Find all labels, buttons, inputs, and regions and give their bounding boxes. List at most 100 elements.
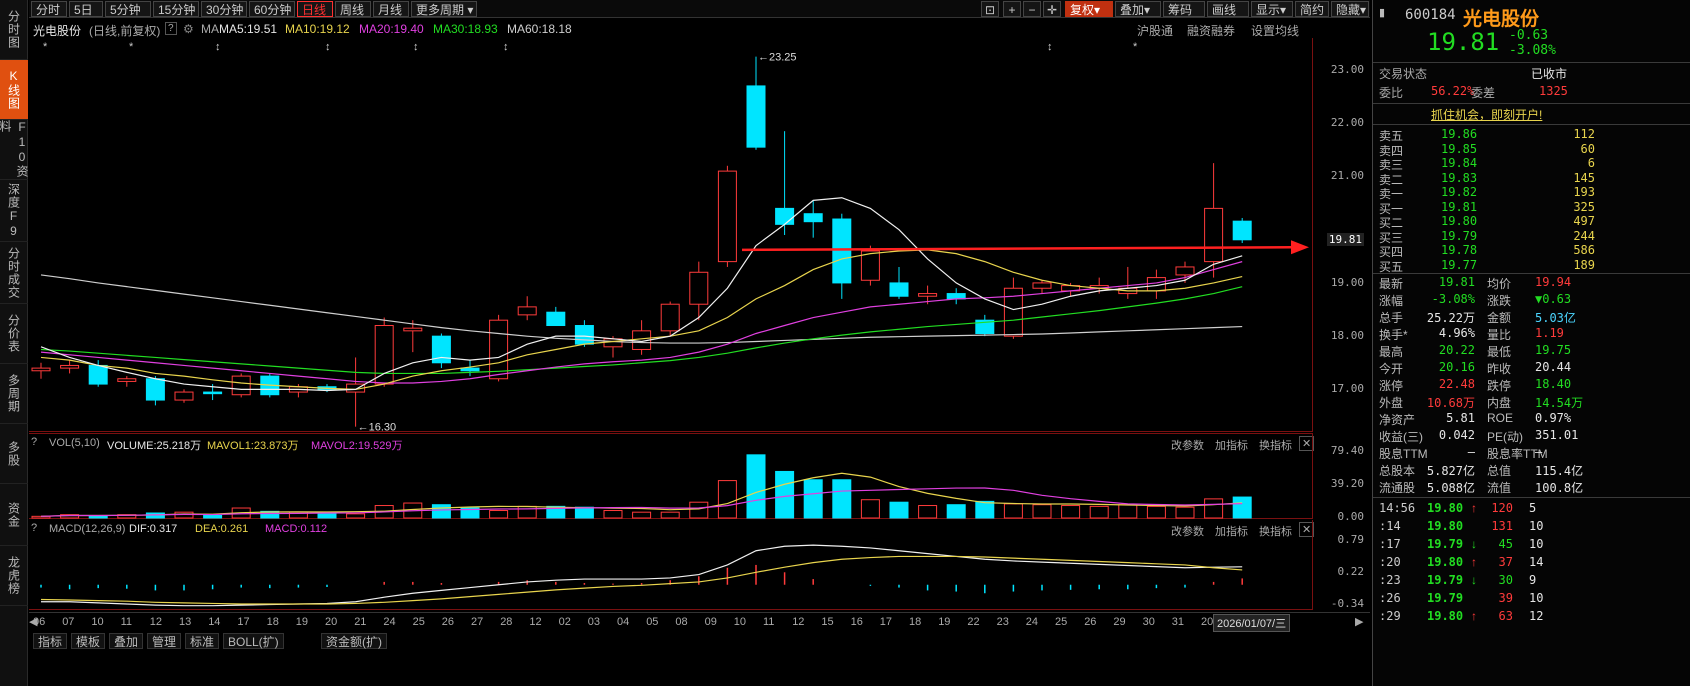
period-tab-7[interactable]: 周线 — [335, 1, 371, 17]
lock-icon[interactable]: ⊡ — [981, 1, 999, 17]
macd-chart[interactable] — [29, 520, 1312, 610]
date-tick: 29 — [1113, 616, 1126, 628]
tick-volume: 120 — [1491, 501, 1513, 515]
menu-icon[interactable]: ▮ — [1379, 6, 1385, 19]
nav-item-0[interactable]: 分时图 — [0, 0, 28, 60]
indicator-tab-4[interactable]: 标准 — [185, 633, 220, 649]
period-tab-3[interactable]: 15分钟 — [153, 1, 199, 17]
nav-item-6[interactable]: 多周期 — [0, 364, 28, 424]
indicator-tab-6[interactable]: 资金额(扩) — [321, 633, 387, 649]
volume-chart[interactable] — [29, 434, 1312, 520]
toolbar-btn-3[interactable]: 画线 — [1207, 1, 1249, 17]
stock-title: 光电股份 — [1463, 9, 1540, 30]
level-volume: 60 — [1580, 141, 1595, 156]
up-arrow-icon: ↑ — [1471, 609, 1477, 623]
buy-level[interactable]: 买二 19.80 497 — [1379, 214, 1690, 230]
candle-body — [889, 282, 909, 297]
period-tab-2[interactable]: 5分钟 — [105, 1, 151, 17]
sell-level[interactable]: 卖二 19.83 145 — [1379, 171, 1690, 187]
scroll-right-icon[interactable]: ▶ — [1355, 615, 1363, 628]
date-tick: 12 — [792, 616, 805, 628]
sell-level[interactable]: 卖四 19.85 60 — [1379, 141, 1690, 158]
buy-level[interactable]: 买一 19.81 325 — [1379, 199, 1690, 216]
volume-panel[interactable]: ? VOL(5,10) VOLUME:25.218万 MAVOL1:23.873… — [29, 433, 1315, 520]
nav-item-5[interactable]: 分价表 — [0, 304, 28, 364]
gear-icon[interactable]: ⚙ — [183, 22, 194, 36]
kline-chart[interactable]: * * ↕ ↕ ↕ ↕ ↕ * ←23.25 ←16.30 — [29, 38, 1312, 434]
buy-level[interactable]: 买四 19.78 586 — [1379, 243, 1690, 259]
toolbar-btn-5[interactable]: 简约 — [1295, 1, 1329, 17]
macd-panel[interactable]: ? MACD(12,26,9) DIF:0.317 DEA:0.261 MACD… — [29, 520, 1315, 610]
indicator-tab-3[interactable]: 管理 — [147, 633, 182, 649]
sell-level[interactable]: 卖一 19.82 193 — [1379, 185, 1690, 201]
candle-body — [689, 271, 709, 305]
zoom-in-icon[interactable]: + — [1003, 1, 1021, 17]
buy-level[interactable]: 买三 19.79 244 — [1379, 229, 1690, 245]
buy-level[interactable]: 买五 19.77 189 — [1379, 257, 1690, 274]
toolbar-btn-4[interactable]: 显示▾ — [1251, 1, 1293, 17]
sell-level[interactable]: 卖五 19.86 112 — [1379, 127, 1690, 143]
level-label: 买五 — [1379, 259, 1404, 274]
candle-body — [374, 325, 394, 385]
toolbar-btn-1[interactable]: 叠加▾ — [1115, 1, 1161, 17]
period-tab-4[interactable]: 30分钟 — [201, 1, 247, 17]
toolbar-btn-2[interactable]: 筹码 — [1163, 1, 1205, 17]
toolbar-btn-0[interactable]: 复权▾ — [1065, 1, 1113, 17]
stat-value: 18.40 — [1535, 377, 1572, 391]
stat-row: 最高 20.22 最低 19.75 — [1379, 343, 1690, 360]
high-annotation: ←23.25 — [758, 52, 797, 64]
period-tab-5[interactable]: 60分钟 — [249, 1, 295, 17]
help-icon[interactable]: ? — [165, 22, 177, 35]
link-set-ma[interactable]: 设置均线 — [1251, 22, 1299, 39]
tick-price: 19.80 — [1427, 609, 1464, 623]
period-tab-1[interactable]: 5日 — [69, 1, 103, 17]
candle-body — [603, 338, 623, 348]
sell-level[interactable]: 卖三 19.84 6 — [1379, 156, 1690, 172]
candle-body — [489, 319, 509, 380]
kline-panel[interactable]: * * ↕ ↕ ↕ ↕ ↕ * ←23.25 ←16.30 — [29, 38, 1312, 434]
quote-panel: ▮ 600184 光电股份 19.81 -0.63 -3.08% 交易状态 已收… — [1372, 0, 1690, 686]
volume-bar — [1061, 505, 1081, 519]
indicator-tab-1[interactable]: 模板 — [71, 633, 106, 649]
volume-bar — [431, 504, 451, 519]
date-tick: 27 — [471, 616, 484, 628]
open-account-banner[interactable]: 抓住机会，即刻开户! — [1431, 106, 1542, 123]
volume-bar — [517, 505, 537, 519]
nav-item-2[interactable]: F10资料 — [0, 120, 29, 180]
link-margin[interactable]: 融资融券 — [1187, 22, 1235, 39]
toolbar-btn-6[interactable]: 隐藏▾ — [1331, 1, 1369, 17]
indicator-tab-5[interactable]: BOLL(扩) — [223, 633, 284, 649]
period-tab-9[interactable]: 更多周期 ▾ — [411, 1, 477, 17]
period-tab-6[interactable]: 日线 — [297, 1, 333, 17]
nav-item-7[interactable]: 多股 — [0, 424, 28, 484]
level-price: 19.82 — [1441, 185, 1478, 199]
stat-value: 19.81 — [1438, 275, 1475, 289]
crosshair-icon[interactable]: ✛ — [1043, 1, 1061, 17]
ma5-value: MA5:19.51 — [219, 22, 278, 36]
link-hugutong[interactable]: 沪股通 — [1137, 22, 1173, 39]
candle-body — [174, 391, 194, 401]
price-tick: 17.00 — [1330, 382, 1364, 396]
nav-item-9[interactable]: 龙虎榜 — [0, 546, 28, 606]
tick-price: 19.80 — [1427, 555, 1464, 569]
date-tick: 12 — [149, 616, 163, 628]
tick-volume: 39 — [1498, 591, 1513, 605]
ma60-value: MA60:18.18 — [507, 22, 572, 36]
stat-row: 涨幅 -3.08% 涨跌 ▼0.63 — [1379, 292, 1690, 309]
quote-stats: 最新 19.81 均价 19.94 涨幅 -3.08% 涨跌 ▼0.63 总手 25.22万 金额 5… — [1373, 275, 1690, 495]
indicator-tab-2[interactable]: 叠加 — [109, 633, 144, 649]
up-arrow-icon: ↑ — [1471, 501, 1477, 515]
nav-item-4[interactable]: 分时成交 — [0, 242, 28, 304]
candle-body — [660, 303, 680, 332]
level-volume: 325 — [1573, 199, 1595, 214]
level-volume: 189 — [1573, 257, 1595, 272]
nav-item-1[interactable]: K线图 — [0, 60, 28, 120]
nav-item-3[interactable]: 深度F9 — [0, 180, 28, 242]
period-tab-0[interactable]: 分时 — [31, 1, 67, 17]
nav-item-8[interactable]: 资金 — [0, 484, 28, 546]
indicator-tab-0[interactable]: 指标 — [33, 633, 68, 649]
volume-bar — [946, 504, 966, 519]
zoom-out-icon[interactable]: − — [1023, 1, 1041, 17]
stat-value: 5.03亿 — [1535, 311, 1576, 325]
period-tab-8[interactable]: 月线 — [373, 1, 409, 17]
